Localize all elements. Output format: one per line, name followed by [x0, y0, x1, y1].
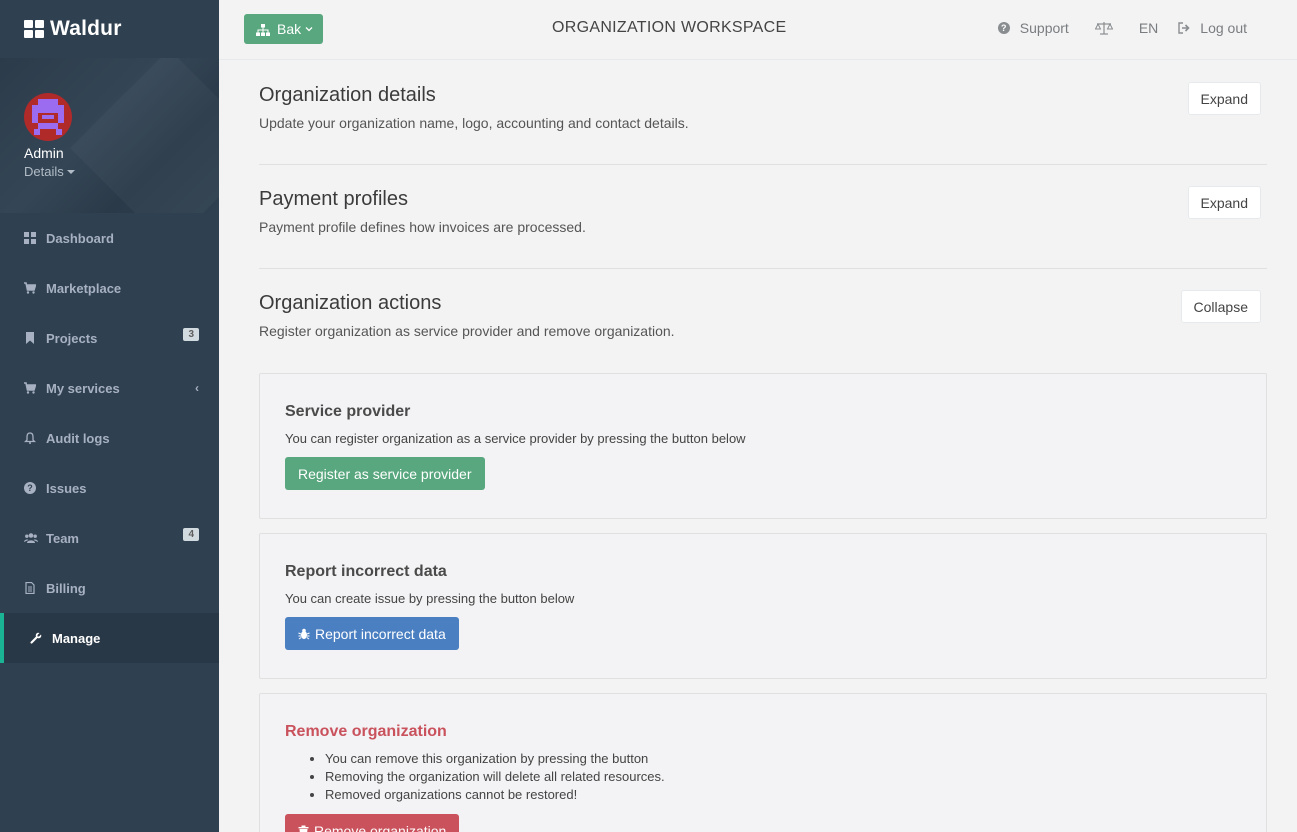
support-link[interactable]: ? Support	[997, 20, 1069, 36]
main-content: Organization details Update your organiz…	[259, 61, 1267, 832]
caret-down-icon	[66, 169, 75, 174]
organization-actions-section: Organization actions Register organizati…	[259, 269, 1267, 373]
sidebar-item-label: Manage	[52, 630, 101, 646]
question-circle-icon: ?	[24, 482, 36, 494]
user-profile: Admin Details	[0, 58, 219, 213]
sidebar-item-label: Projects	[46, 330, 98, 346]
section-title: Payment profiles	[259, 188, 408, 210]
brand-name: Waldur	[50, 17, 122, 40]
svg-text:?: ?	[27, 483, 33, 493]
profile-details-toggle[interactable]: Details	[24, 164, 219, 179]
sidebar-item-label: Team	[46, 530, 79, 546]
bug-icon	[298, 628, 310, 639]
support-label: Support	[1019, 20, 1069, 36]
sidebar-item-marketplace[interactable]: Marketplace	[0, 263, 219, 313]
service-provider-panel: Service provider You can register organi…	[259, 373, 1267, 519]
logout-link[interactable]: Log out	[1178, 20, 1247, 36]
panel-description: You can register organization as a servi…	[285, 431, 746, 446]
sidebar-item-projects[interactable]: Projects 3	[0, 313, 219, 363]
section-title: Organization details	[259, 84, 436, 106]
avatar[interactable]	[24, 93, 72, 141]
projects-count-badge: 3	[183, 328, 199, 341]
waldur-logo-icon	[24, 20, 44, 38]
organization-details-section: Organization details Update your organiz…	[259, 61, 1267, 165]
report-incorrect-data-button[interactable]: Report incorrect data	[285, 617, 459, 650]
sitemap-icon	[256, 23, 270, 36]
sidebar-item-label: Dashboard	[46, 230, 114, 246]
expand-payment-button[interactable]: Expand	[1187, 186, 1261, 219]
register-service-provider-button[interactable]: Register as service provider	[285, 457, 485, 490]
wrench-icon	[30, 632, 42, 644]
panel-title: Service provider	[285, 403, 411, 420]
dashboard-icon	[24, 232, 36, 244]
sidebar-item-dashboard[interactable]: Dashboard	[0, 213, 219, 263]
report-incorrect-data-panel: Report incorrect data You can create iss…	[259, 533, 1267, 679]
bell-icon	[23, 432, 37, 444]
trash-icon	[298, 825, 309, 832]
workspace-title: ORGANIZATION WORKSPACE	[552, 19, 787, 36]
sidebar-item-label: Marketplace	[46, 280, 122, 296]
users-icon	[24, 532, 38, 544]
report-button-label: Report incorrect data	[315, 625, 446, 642]
section-description: Register organization as service provide…	[259, 323, 675, 339]
panel-title: Remove organization	[285, 723, 447, 740]
top-navbar: Bak ORGANIZATION WORKSPACE ? Support EN …	[219, 0, 1297, 60]
team-count-badge: 4	[183, 528, 199, 541]
remove-warnings-list: You can remove this organization by pres…	[285, 750, 1241, 804]
sidebar-item-label: Billing	[46, 580, 86, 596]
sidebar: Waldur Admin Details Dashboard Marketpla…	[0, 0, 219, 832]
sidebar-item-my-services[interactable]: My services ‹	[0, 363, 219, 413]
list-item: Removing the organization will delete al…	[325, 768, 1241, 786]
remove-organization-button[interactable]: Remove organization	[285, 814, 460, 832]
cart-icon	[24, 282, 37, 294]
profile-name: Admin	[24, 145, 64, 161]
sidebar-item-manage[interactable]: Manage	[0, 613, 219, 663]
logout-label: Log out	[1200, 20, 1247, 36]
sidebar-item-label: Audit logs	[46, 430, 110, 446]
sign-out-icon	[1178, 22, 1190, 34]
top-right-menu: ? Support EN Log out	[972, 20, 1247, 36]
chevron-down-icon	[305, 27, 313, 32]
sidebar-item-audit-logs[interactable]: Audit logs	[0, 413, 219, 463]
question-circle-icon: ?	[997, 22, 1010, 34]
language-selector[interactable]: EN	[1139, 20, 1158, 36]
terms-link[interactable]	[1094, 21, 1113, 35]
list-item: You can remove this organization by pres…	[325, 750, 1241, 768]
bookmark-icon	[24, 332, 36, 344]
profile-details-label: Details	[24, 164, 64, 179]
section-description: Payment profile defines how invoices are…	[259, 219, 586, 235]
panel-description: You can create issue by pressing the but…	[285, 591, 575, 606]
list-item: Removed organizations cannot be restored…	[325, 786, 1241, 804]
sidebar-item-team[interactable]: Team 4	[0, 513, 219, 563]
payment-profiles-section: Payment profiles Payment profile defines…	[259, 165, 1267, 269]
brand[interactable]: Waldur	[0, 0, 219, 58]
collapse-actions-button[interactable]: Collapse	[1180, 290, 1261, 323]
language-label: EN	[1138, 20, 1159, 36]
section-title: Organization actions	[259, 292, 442, 314]
sidebar-item-billing[interactable]: Billing	[0, 563, 219, 613]
document-icon	[24, 581, 36, 595]
balance-scale-icon	[1094, 22, 1113, 35]
sidebar-nav: Dashboard Marketplace Projects 3 My serv…	[0, 213, 219, 663]
workspace-name: Bak	[277, 21, 302, 37]
expand-details-button[interactable]: Expand	[1187, 82, 1261, 115]
remove-button-label: Remove organization	[314, 822, 447, 832]
chevron-left-icon: ‹	[195, 381, 199, 395]
panel-title: Report incorrect data	[285, 563, 447, 580]
section-description: Update your organization name, logo, acc…	[259, 115, 689, 131]
sidebar-item-label: My services	[46, 380, 120, 396]
sidebar-item-label: Issues	[46, 480, 87, 496]
sidebar-item-issues[interactable]: ? Issues	[0, 463, 219, 513]
remove-organization-panel: Remove organization You can remove this …	[259, 693, 1267, 832]
workspace-selector-button[interactable]: Bak	[244, 14, 324, 44]
cart-icon	[24, 382, 37, 394]
